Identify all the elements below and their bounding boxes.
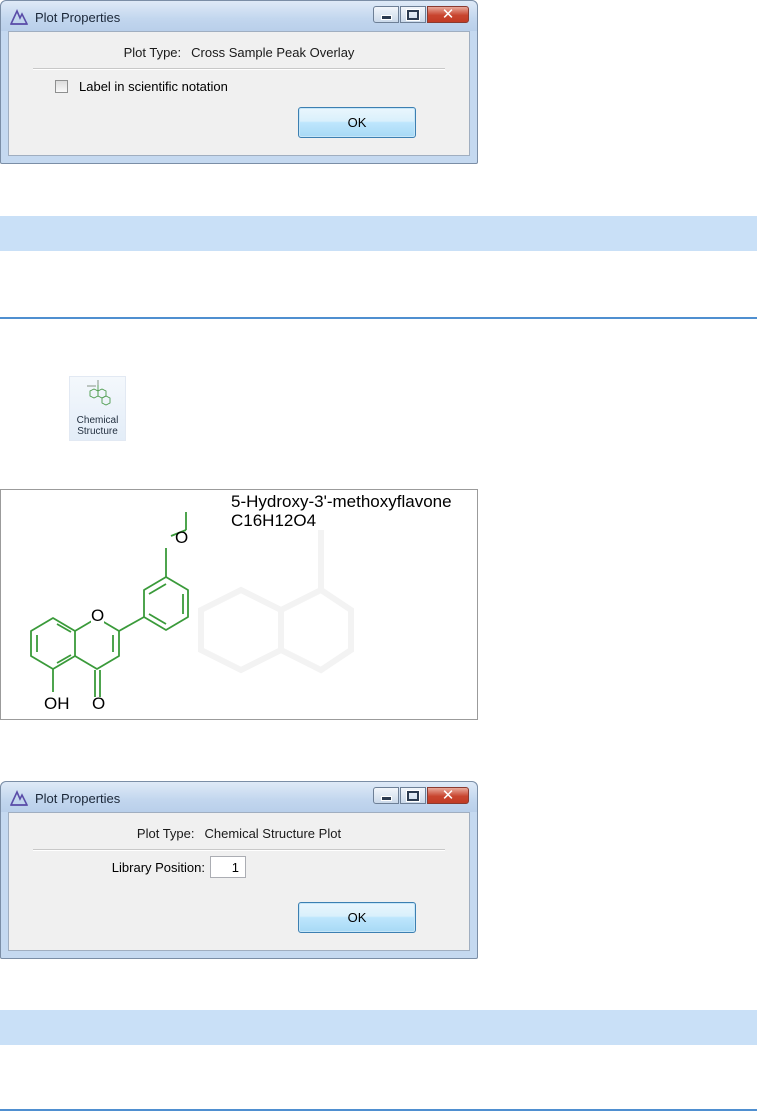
minimize-icon [380, 14, 392, 20]
plot-type-label: Plot Type: [123, 45, 182, 60]
scientific-notation-option[interactable]: Label in scientific notation [55, 79, 228, 94]
plot-type-row: Plot Type: Cross Sample Peak Overlay [9, 45, 469, 60]
dialog-title: Plot Properties [35, 10, 121, 25]
dialog-client-area: Plot Type: Chemical Structure Plot Librar… [8, 812, 470, 951]
separator [33, 68, 445, 70]
section-rule [0, 317, 757, 319]
close-icon: ✕ [441, 5, 455, 23]
dialog-client-area: Plot Type: Cross Sample Peak Overlay Labe… [8, 31, 470, 156]
dialog-title: Plot Properties [35, 791, 121, 806]
separator [33, 849, 445, 851]
plot-type-row: Plot Type: Chemical Structure Plot [9, 826, 469, 841]
minimize-button[interactable] [373, 6, 399, 23]
maximize-button[interactable] [400, 6, 426, 23]
chemical-structure-plot[interactable]: 5-Hydroxy-3'-methoxyflavone C16H12O4 O O… [0, 489, 478, 720]
hydroxyl-label: OH [44, 694, 70, 713]
compound-label: 5-Hydroxy-3'-methoxyflavone C16H12O4 [231, 492, 452, 530]
ok-button[interactable]: OK [298, 902, 416, 933]
plot-properties-dialog-1: Plot Properties ✕ Plot Type: Cross Sample… [0, 0, 478, 164]
ribbon-label-line1: Chemical [76, 415, 119, 426]
section-rule [0, 1109, 757, 1111]
library-position-input[interactable]: 1 [210, 856, 246, 878]
maximize-icon [406, 789, 420, 802]
minimize-icon [380, 795, 392, 801]
plot-type-value: Cross Sample Peak Overlay [191, 45, 355, 60]
ribbon-label-line2: Structure [77, 426, 118, 437]
app-logo-icon [10, 9, 28, 25]
ribbon-label: Chemical Structure [70, 415, 125, 437]
compound-name: 5-Hydroxy-3'-methoxyflavone [231, 492, 452, 511]
minimize-button[interactable] [373, 787, 399, 804]
plot-type-value: Chemical Structure Plot [204, 826, 342, 841]
maximize-button[interactable] [400, 787, 426, 804]
scientific-notation-label: Label in scientific notation [79, 79, 228, 94]
ring-oxygen-label: O [91, 606, 105, 626]
close-icon: ✕ [441, 786, 455, 804]
scientific-notation-checkbox[interactable] [55, 80, 68, 93]
chemical-structure-icon [87, 380, 111, 406]
plot-type-label: Plot Type: [136, 826, 195, 841]
methoxy-oxygen-label: O [175, 528, 189, 547]
maximize-icon [406, 8, 420, 21]
title-bar[interactable]: Plot Properties ✕ [1, 782, 477, 812]
ok-button[interactable]: OK [298, 107, 416, 138]
close-button[interactable]: ✕ [427, 787, 469, 804]
compound-formula: C16H12O4 [231, 511, 317, 530]
app-logo-icon [10, 790, 28, 806]
chemical-structure-ribbon-button[interactable]: Chemical Structure [69, 376, 126, 441]
library-position-label: Library Position: [111, 860, 205, 875]
title-bar[interactable]: Plot Properties ✕ [1, 1, 477, 31]
plot-properties-dialog-2: Plot Properties ✕ Plot Type: Chemical Str… [0, 781, 478, 959]
ketone-oxygen-label: O [92, 694, 106, 713]
note-bar [0, 1010, 757, 1045]
note-bar [0, 216, 757, 251]
close-button[interactable]: ✕ [427, 6, 469, 23]
